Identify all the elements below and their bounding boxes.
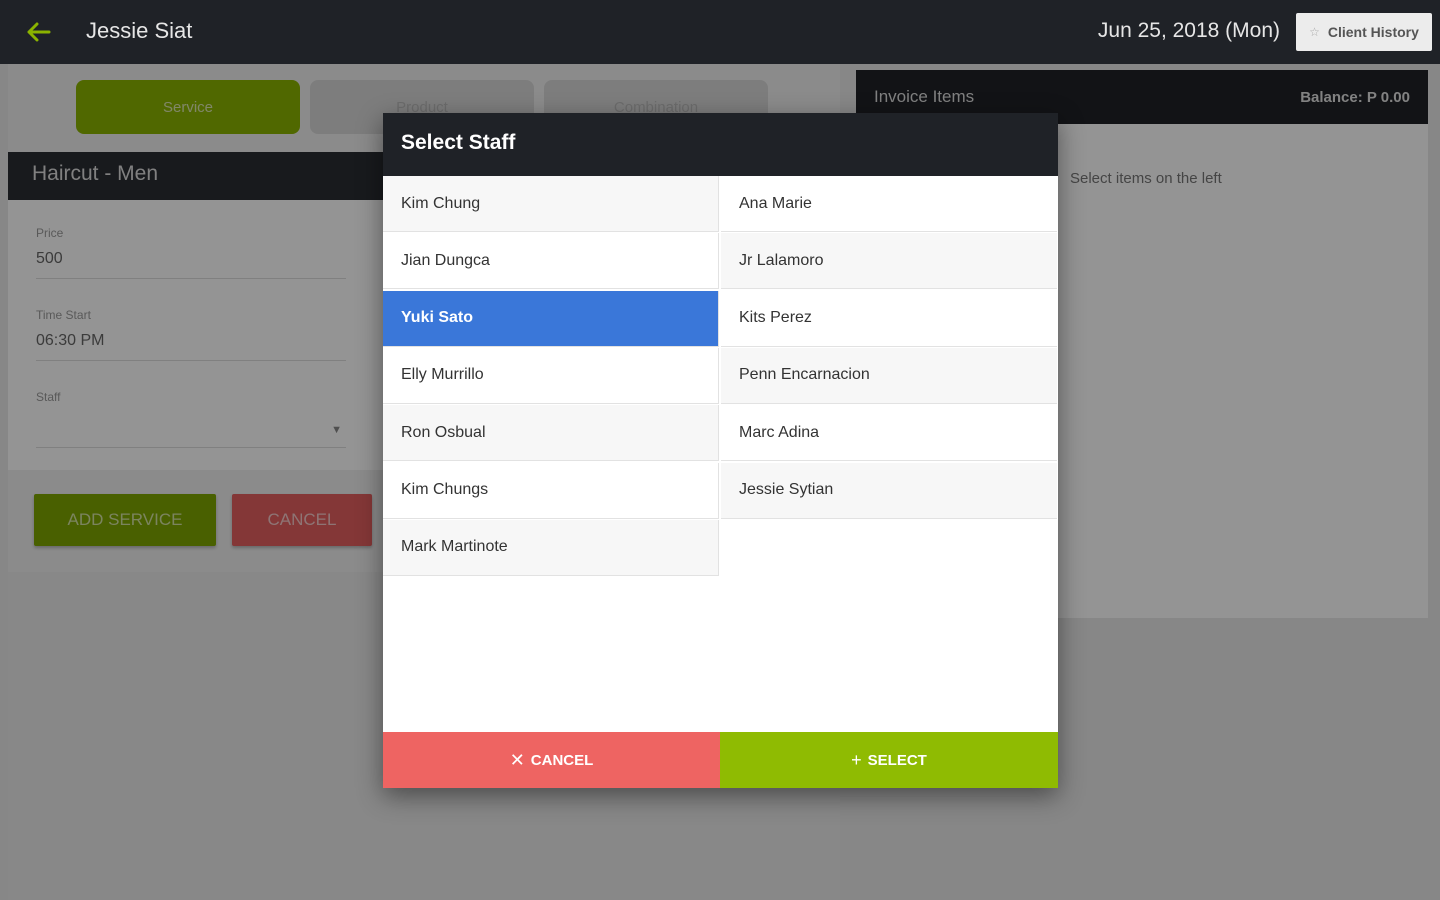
- staff-option[interactable]: Jian Dungca: [383, 233, 719, 290]
- top-bar: Jessie Siat Jun 25, 2018 (Mon) ☆ Client …: [0, 0, 1440, 64]
- staff-option[interactable]: Penn Encarnacion: [721, 347, 1057, 404]
- back-arrow-icon: [27, 22, 51, 42]
- staff-option[interactable]: Kim Chung: [383, 176, 719, 232]
- staff-option[interactable]: Kits Perez: [721, 291, 1057, 347]
- back-button[interactable]: [24, 18, 54, 46]
- staff-option[interactable]: Marc Adina: [721, 405, 1057, 462]
- staff-option[interactable]: Ana Marie: [721, 176, 1057, 232]
- staff-option[interactable]: Jessie Sytian: [721, 462, 1057, 519]
- dialog-select-label: SELECT: [867, 751, 927, 769]
- dialog-footer: ✕ CANCEL + SELECT: [383, 732, 1058, 788]
- star-icon: ☆: [1309, 25, 1320, 39]
- client-name: Jessie Siat: [86, 18, 193, 43]
- date-label: Jun 25, 2018 (Mon): [1097, 19, 1280, 42]
- plus-icon: +: [851, 749, 862, 770]
- staff-option[interactable]: Kim Chungs: [383, 462, 719, 519]
- dialog-title: Select Staff: [383, 113, 1058, 176]
- staff-option[interactable]: Yuki Sato: [383, 290, 719, 347]
- staff-option[interactable]: Mark Martinote: [383, 519, 719, 576]
- staff-option[interactable]: Ron Osbual: [383, 405, 719, 462]
- client-history-label: Client History: [1327, 24, 1419, 40]
- select-staff-dialog: Select Staff Kim Chung Ana Marie Jian Dung…: [383, 113, 1058, 788]
- client-history-button[interactable]: ☆ Client History: [1296, 13, 1432, 51]
- staff-option[interactable]: Elly Murrillo: [383, 347, 719, 404]
- staff-option[interactable]: Jr Lalamoro: [721, 233, 1057, 290]
- close-icon: ✕: [509, 749, 525, 770]
- dialog-cancel-label: CANCEL: [530, 751, 594, 769]
- dialog-cancel-button[interactable]: ✕ CANCEL: [383, 732, 720, 788]
- dialog-select-button[interactable]: + SELECT: [720, 732, 1058, 788]
